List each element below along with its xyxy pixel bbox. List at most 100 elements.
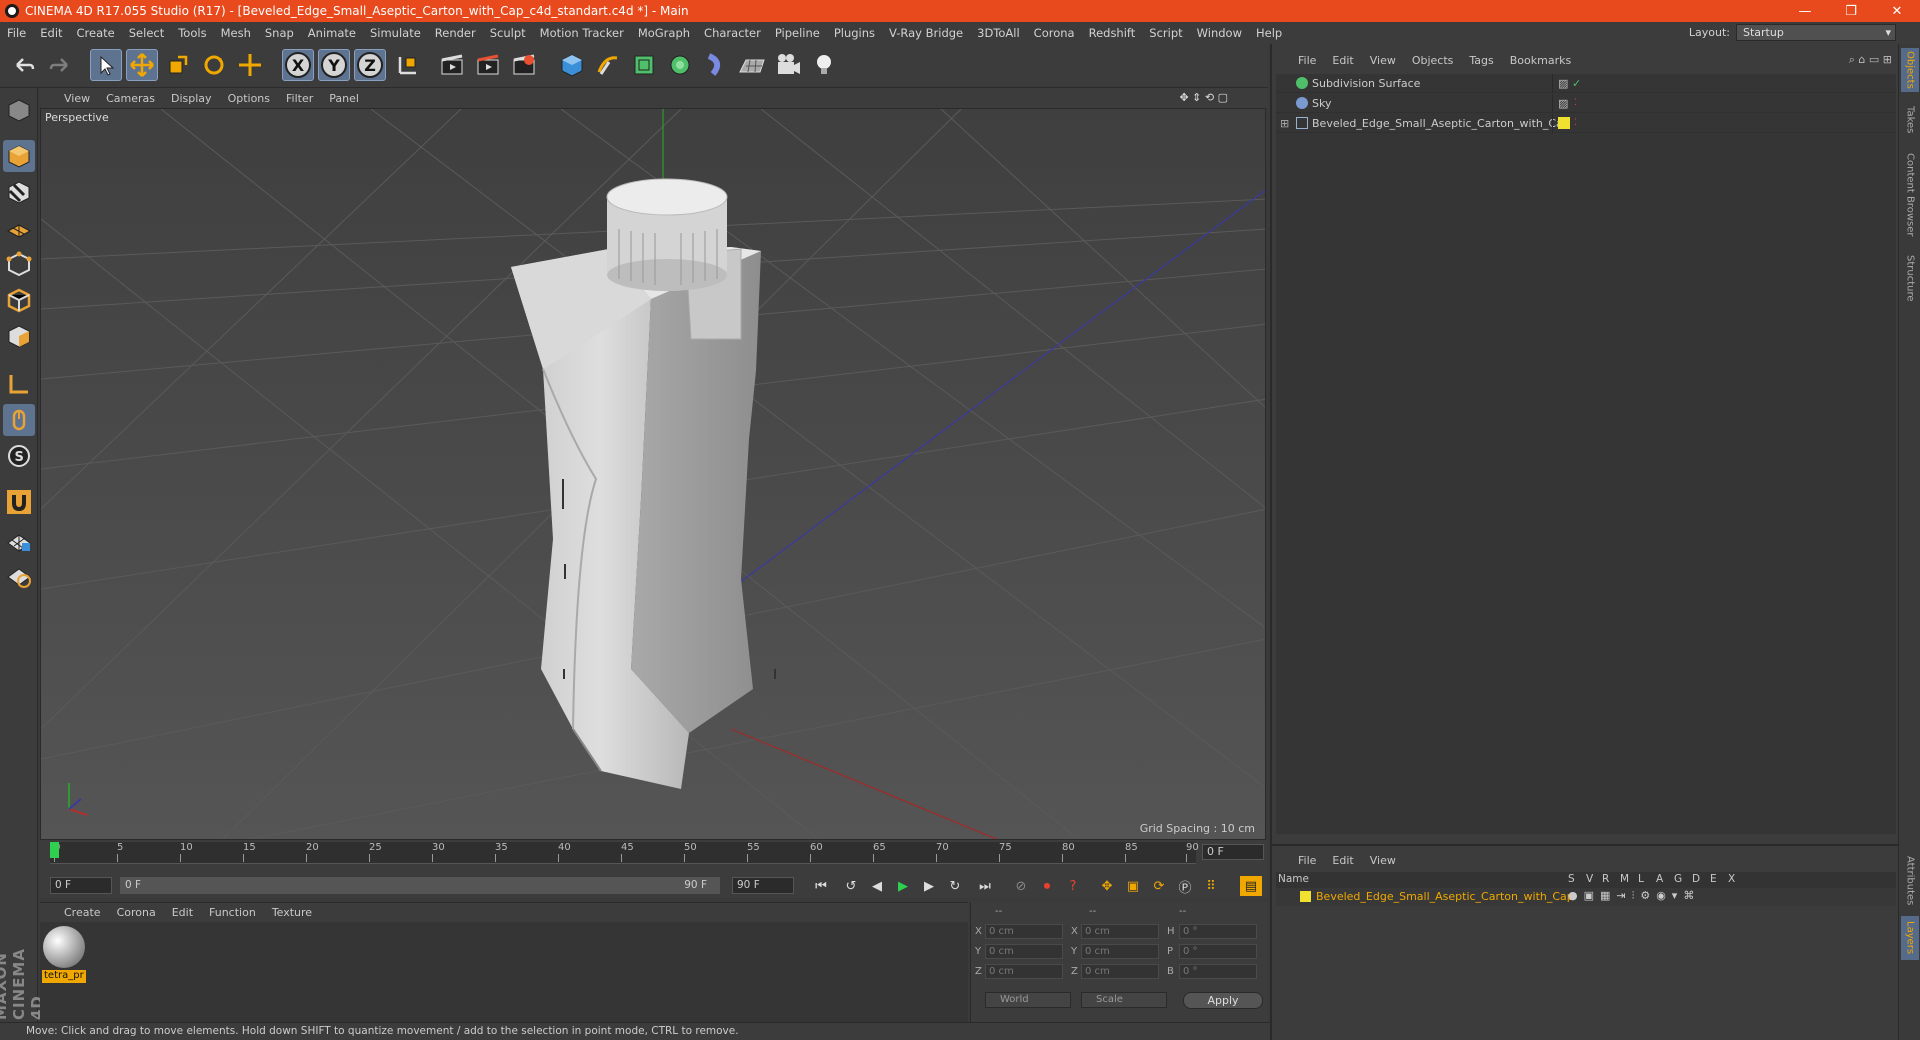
object-manager-search-home-icons[interactable]: ⌕ ⌂ ▭ ⊞ (1849, 53, 1892, 67)
tab-takes[interactable]: Takes (1901, 102, 1919, 138)
viewport-menu-filter[interactable]: Filter (278, 92, 321, 105)
rotation-h-field[interactable]: 0 ° (1179, 924, 1257, 939)
layers-menu-file[interactable]: File (1290, 854, 1324, 867)
axis-mode-icon[interactable] (3, 368, 35, 400)
position-z-field[interactable]: 0 cm (985, 964, 1063, 979)
menu-motion-tracker[interactable]: Motion Tracker (533, 26, 631, 40)
subdivision-icon[interactable] (628, 49, 660, 81)
pen-spline-icon[interactable] (592, 49, 624, 81)
menu-vray-bridge[interactable]: V-Ray Bridge (882, 26, 970, 40)
minimize-button[interactable]: — (1782, 0, 1828, 22)
camera-icon[interactable] (772, 49, 804, 81)
end-frame-field[interactable]: 90 F (732, 877, 794, 894)
menu-character[interactable]: Character (697, 26, 768, 40)
menu-window[interactable]: Window (1190, 26, 1249, 40)
layers-menu-view[interactable]: View (1362, 854, 1404, 867)
playhead-marker[interactable] (50, 842, 59, 858)
size-y-field[interactable]: 0 cm (1081, 944, 1159, 959)
objects-menu-objects[interactable]: Objects (1404, 54, 1462, 67)
menu-sculpt[interactable]: Sculpt (483, 26, 533, 40)
planar-workplane-icon[interactable] (3, 560, 35, 592)
current-frame-field[interactable]: 0 F (1202, 844, 1264, 860)
material-preview-sphere[interactable] (43, 926, 85, 968)
magnet-icon[interactable] (3, 486, 35, 518)
polygons-mode-icon[interactable] (3, 320, 35, 352)
points-mode-icon[interactable] (3, 248, 35, 280)
render-settings-icon[interactable] (508, 49, 540, 81)
visibility-dots-icon[interactable]: ⁚ (1574, 118, 1577, 128)
objects-menu-file[interactable]: File (1290, 54, 1324, 67)
visibility-dots-icon[interactable]: ⁚ (1574, 98, 1577, 108)
move-icon[interactable] (126, 49, 158, 81)
live-select-icon[interactable] (234, 49, 266, 81)
menu-pipeline[interactable]: Pipeline (768, 26, 827, 40)
visibility-toggle-icon[interactable]: ▨ (1558, 97, 1568, 110)
floor-icon[interactable] (736, 49, 768, 81)
tab-content-browser[interactable]: Content Browser (1901, 148, 1919, 242)
tweak-mode-icon[interactable] (3, 404, 35, 436)
size-z-field[interactable]: 0 cm (1081, 964, 1159, 979)
deformer-icon[interactable] (700, 49, 732, 81)
start-frame-field[interactable]: 0 F (50, 877, 112, 894)
viewport-menu-panel[interactable]: Panel (321, 92, 367, 105)
tab-attributes[interactable]: Attributes (1901, 852, 1919, 910)
coordinate-system-select[interactable]: World (985, 992, 1071, 1008)
scale-icon[interactable] (162, 49, 194, 81)
material-menu-texture[interactable]: Texture (264, 906, 320, 919)
menu-animate[interactable]: Animate (301, 26, 363, 40)
material-menu-create[interactable]: Create (56, 906, 109, 919)
restore-button[interactable]: ❐ (1828, 0, 1874, 22)
keyframe-selection-icon[interactable]: ? (1062, 876, 1084, 896)
select-arrow-icon[interactable] (90, 49, 122, 81)
light-icon[interactable] (808, 49, 840, 81)
workplane-mode-icon[interactable] (3, 212, 35, 244)
y-axis-lock-icon[interactable]: Y (318, 49, 350, 81)
material-menu-corona[interactable]: Corona (109, 906, 164, 919)
viewport-menu-view[interactable]: View (56, 92, 98, 105)
render-picture-queue-icon[interactable] (472, 49, 504, 81)
layer-color-swatch[interactable] (1300, 891, 1311, 902)
layer-row[interactable]: Beveled_Edge_Small_Aseptic_Carton_with_C… (1276, 888, 1896, 906)
z-axis-lock-icon[interactable]: Z (354, 49, 386, 81)
objects-menu-bookmarks[interactable]: Bookmarks (1502, 54, 1579, 67)
menu-script[interactable]: Script (1142, 26, 1189, 40)
redo-icon[interactable] (44, 49, 76, 81)
object-row[interactable]: Subdivision Surface ▨ ✓ (1276, 73, 1896, 93)
go-to-end-icon[interactable]: ⏭ (974, 876, 996, 896)
key-parameter-icon[interactable]: Ⓟ (1174, 876, 1196, 896)
next-key-icon[interactable]: ↻ (944, 876, 966, 896)
menu-3dtoall[interactable]: 3DToAll (970, 26, 1027, 40)
close-button[interactable]: ✕ (1874, 0, 1920, 22)
previous-key-icon[interactable]: ↺ (840, 876, 862, 896)
objects-menu-tags[interactable]: Tags (1461, 54, 1501, 67)
record-keys-icon[interactable]: ⊘ (1010, 876, 1032, 896)
expand-icon[interactable]: ⊞ (1280, 117, 1289, 130)
timeline-ruler[interactable]: 0 5 10 15 20 25 30 35 40 45 50 55 60 65 … (50, 842, 1199, 864)
key-rotation-icon[interactable]: ⟳ (1148, 876, 1170, 896)
previous-frame-icon[interactable]: ◀ (866, 876, 888, 896)
menu-select[interactable]: Select (122, 26, 171, 40)
menu-tools[interactable]: Tools (171, 26, 213, 40)
next-frame-icon[interactable]: ▶ (918, 876, 940, 896)
material-name[interactable]: tetra_pr (42, 970, 86, 983)
world-coord-icon[interactable] (392, 49, 424, 81)
menu-create[interactable]: Create (70, 26, 122, 40)
tab-objects[interactable]: Objects (1901, 48, 1919, 92)
viewport-menu-cameras[interactable]: Cameras (98, 92, 163, 105)
frame-range-slider[interactable]: 0 F 90 F (120, 877, 720, 894)
texture-mode-icon[interactable] (3, 176, 35, 208)
menu-plugins[interactable]: Plugins (827, 26, 882, 40)
menu-file[interactable]: File (0, 26, 33, 40)
enabled-check-icon[interactable]: ✓ (1572, 77, 1581, 90)
material-menu-function[interactable]: Function (201, 906, 264, 919)
menu-edit[interactable]: Edit (33, 26, 69, 40)
model-mode-icon[interactable] (3, 140, 35, 172)
rotation-b-field[interactable]: 0 ° (1179, 964, 1257, 979)
key-position-icon[interactable]: ✥ (1096, 876, 1118, 896)
menu-mesh[interactable]: Mesh (214, 26, 258, 40)
undo-icon[interactable] (8, 49, 40, 81)
objects-menu-edit[interactable]: Edit (1324, 54, 1361, 67)
apply-button[interactable]: Apply (1183, 992, 1263, 1009)
objects-menu-view[interactable]: View (1362, 54, 1404, 67)
menu-mograph[interactable]: MoGraph (631, 26, 697, 40)
